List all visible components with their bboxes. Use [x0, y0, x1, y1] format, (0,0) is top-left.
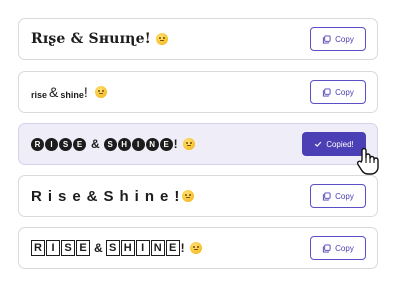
ampersand: & — [94, 241, 103, 255]
styled-text-part: rise — [31, 90, 48, 100]
copy-icon — [323, 34, 331, 44]
copy-button[interactable]: Copy — [310, 184, 366, 208]
letter-box: N — [150, 240, 165, 256]
letter-box: H — [120, 240, 135, 256]
styled-text: Rɪʂe & Sнuɪɳe! — [31, 19, 169, 59]
exclamation: ! — [180, 241, 185, 255]
letter-box: S — [61, 240, 75, 256]
letter-circle: E — [73, 137, 86, 151]
letter-circle: I — [131, 137, 145, 151]
smiling-face-emoji-icon — [94, 86, 107, 98]
letter-box: E — [165, 240, 180, 256]
smiling-face-emoji-icon — [156, 33, 169, 45]
styled-text-value: Rɪʂe & Sнuɪɳe! — [31, 31, 152, 47]
style-row[interactable]: rise & shine ! Copy — [18, 71, 378, 113]
style-row[interactable]: R I S E & S H I N E ! Copy — [18, 227, 378, 269]
letter-circle: E — [159, 137, 173, 151]
letter-box: S — [105, 240, 120, 256]
exclamation: ! — [173, 137, 178, 151]
letter-box: I — [46, 240, 60, 256]
letter-circle: R — [31, 137, 44, 151]
styled-text-value: Rise&Shine! — [31, 187, 186, 205]
copied-button-label: Copied! — [326, 139, 354, 149]
copy-button[interactable]: Copy — [310, 80, 366, 104]
copy-button[interactable]: Copy — [310, 27, 366, 51]
copy-button-label: Copy — [335, 191, 354, 201]
letter-box: I — [135, 240, 150, 256]
styled-text: Rise&Shine! — [31, 176, 195, 216]
copy-icon — [323, 243, 331, 253]
letter-circle: N — [145, 137, 159, 151]
copy-button-label: Copy — [335, 34, 354, 44]
copy-icon — [323, 87, 331, 97]
smiling-face-emoji-icon — [189, 242, 202, 254]
styled-text: R I S E & S H I N E ! — [31, 124, 195, 164]
check-icon — [315, 141, 322, 147]
ampersand: & — [91, 137, 100, 151]
copy-button-label: Copy — [335, 243, 354, 253]
smiling-face-emoji-icon — [182, 138, 195, 150]
hand-pointer-cursor-icon — [356, 147, 379, 175]
letter-circle: S — [59, 137, 72, 151]
style-row-selected[interactable]: R I S E & S H I N E ! Copied! — [18, 123, 378, 165]
letter-circle: H — [117, 137, 131, 151]
font-style-list: Rɪʂe & Sнuɪɳe! Copy rise & shine ! Copy — [0, 0, 398, 289]
letter-box: E — [76, 240, 90, 256]
smiling-face-emoji-icon — [182, 190, 195, 202]
styled-text-part: shine — [60, 90, 84, 100]
styled-text-part: & — [49, 84, 59, 100]
styled-text: rise & shine ! — [31, 72, 107, 112]
styled-text: R I S E & S H I N E ! — [31, 228, 202, 268]
letter-circle: I — [45, 137, 58, 151]
copy-icon — [323, 191, 331, 201]
style-row[interactable]: Rɪʂe & Sнuɪɳe! Copy — [18, 18, 378, 60]
letter-box: R — [31, 240, 45, 256]
copy-button-label: Copy — [335, 87, 354, 97]
copy-button[interactable]: Copy — [310, 236, 366, 260]
letter-circle: S — [103, 137, 117, 151]
style-row[interactable]: Rise&Shine! Copy — [18, 175, 378, 217]
styled-text-part: ! — [83, 84, 88, 100]
